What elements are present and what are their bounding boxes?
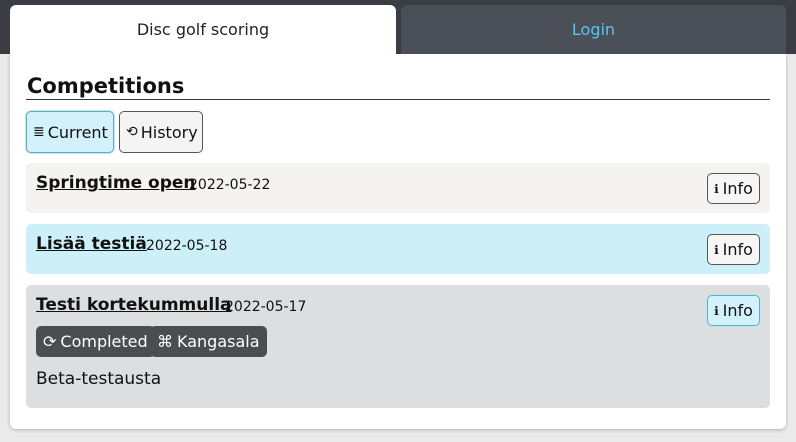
status-badge-label: Completed: [60, 332, 148, 351]
info-button-label: Info: [722, 240, 753, 259]
current-filter-button[interactable]: ≣ Current: [26, 111, 114, 153]
tab-home-label: Disc golf scoring: [136, 20, 270, 39]
competition-name-link[interactable]: Testi kortekummulla: [36, 295, 232, 315]
info-icon: ℹ: [714, 242, 719, 257]
info-button[interactable]: ℹ Info: [707, 234, 760, 265]
tab-home[interactable]: Disc golf scoring: [10, 5, 396, 54]
location-icon: ⌘: [157, 332, 173, 351]
title-divider: [26, 99, 770, 100]
info-button[interactable]: ℹ Info: [707, 173, 760, 204]
info-icon: ℹ: [714, 181, 719, 196]
competition-name-link[interactable]: Lisää testiä: [36, 234, 147, 254]
competition-item: Lisää testiä 2022-05-18 ℹ Info: [26, 224, 770, 274]
info-button-label: Info: [722, 179, 753, 198]
info-icon: ℹ: [714, 303, 719, 318]
competition-date: 2022-05-17: [225, 299, 307, 315]
history-filter-label: History: [140, 122, 198, 142]
competition-name-link[interactable]: Springtime open: [36, 173, 196, 193]
history-filter-button[interactable]: ⟲ History: [119, 111, 203, 153]
info-button-label: Info: [722, 301, 753, 320]
list-icon: ≣: [33, 124, 45, 140]
status-badge: ⟳ Completed: [36, 326, 155, 357]
page-title: Competitions: [27, 74, 185, 98]
tab-login-label: Login: [571, 20, 616, 39]
competition-date: 2022-05-22: [189, 177, 271, 193]
history-icon: ⟲: [126, 124, 138, 140]
location-badge: ⌘ Kangasala: [150, 326, 267, 357]
current-filter-label: Current: [47, 122, 108, 142]
info-button[interactable]: ℹ Info: [707, 295, 760, 326]
competition-description: Beta-testausta: [36, 369, 162, 389]
completed-icon: ⟳: [43, 332, 57, 351]
competition-date: 2022-05-18: [146, 238, 228, 254]
location-badge-label: Kangasala: [177, 332, 260, 351]
competition-item-expanded: Testi kortekummulla 2022-05-17 ℹ Info ⟳ …: [26, 285, 770, 408]
tab-login[interactable]: Login: [401, 5, 786, 54]
competition-item: Springtime open 2022-05-22 ℹ Info: [26, 163, 770, 213]
